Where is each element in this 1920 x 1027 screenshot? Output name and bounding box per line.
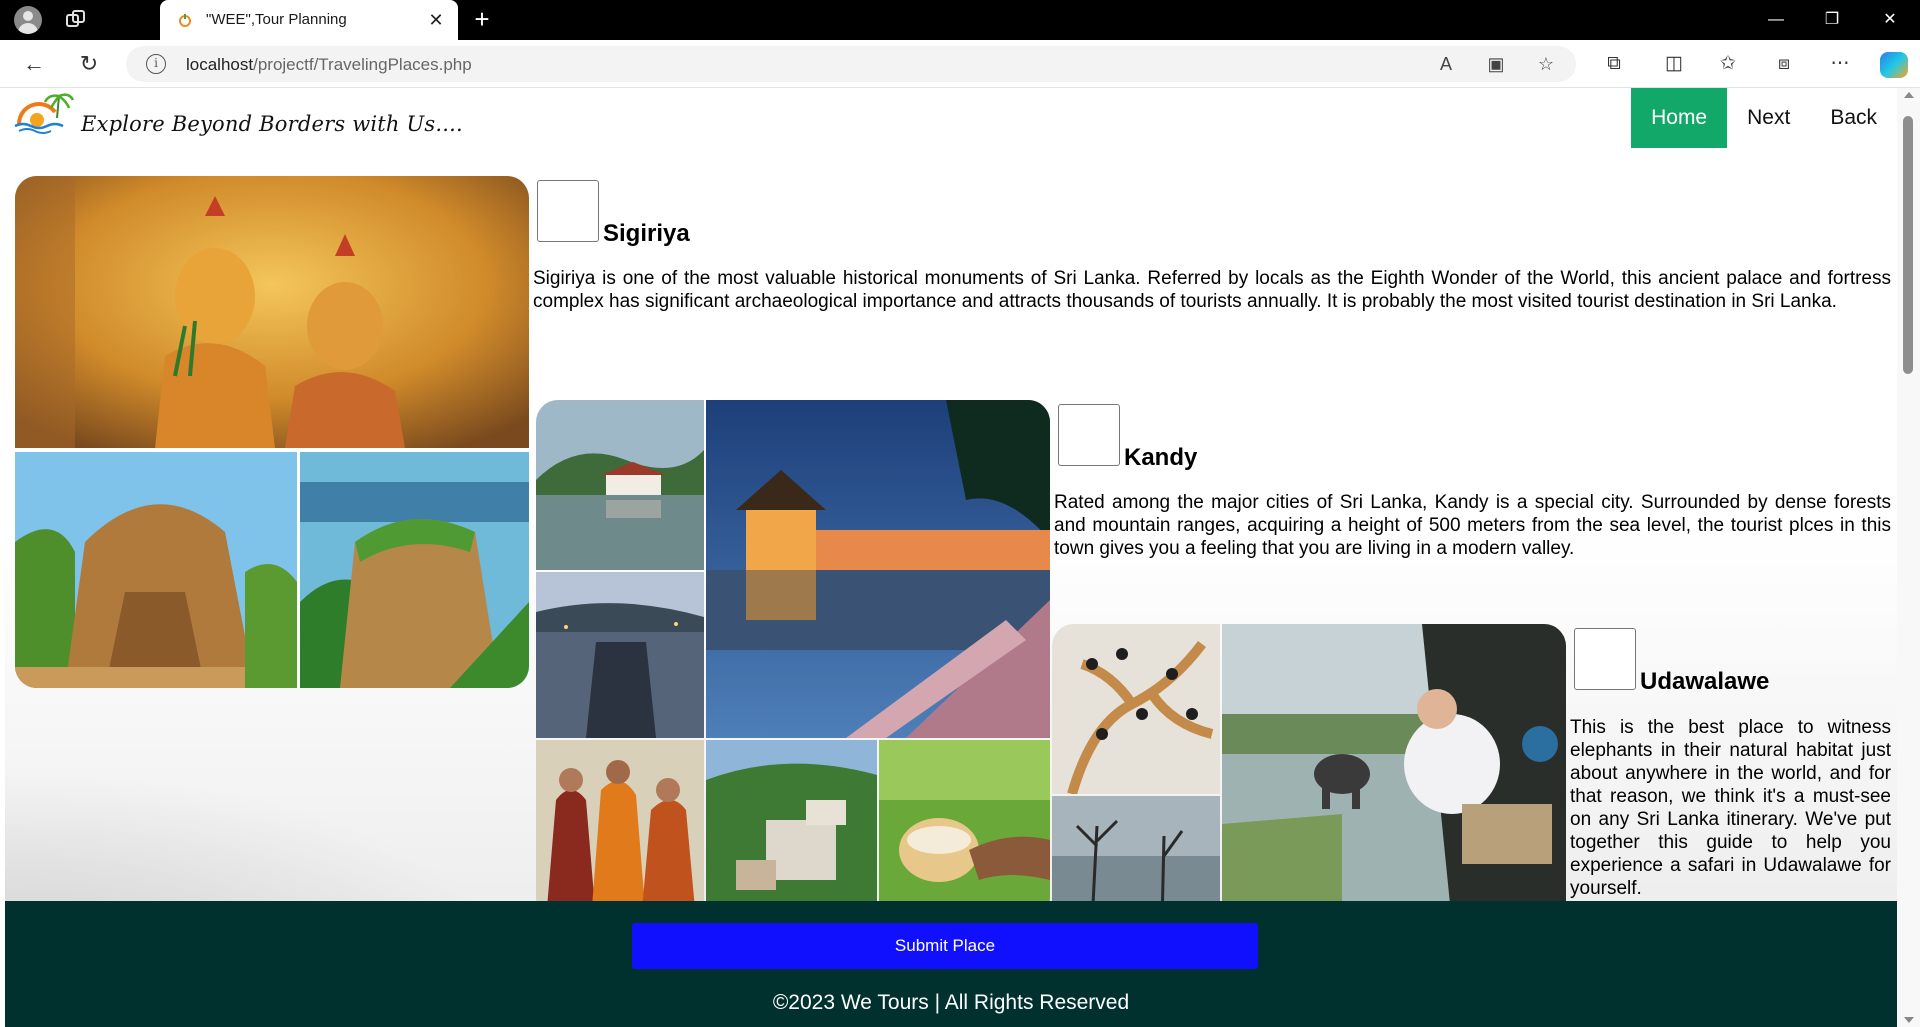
site-logo bbox=[14, 93, 75, 134]
restore-icon[interactable]: ❐ bbox=[1804, 0, 1860, 40]
workspaces-icon[interactable] bbox=[66, 10, 88, 30]
split-screen-icon[interactable]: ◫ bbox=[1660, 50, 1688, 78]
close-window-icon[interactable]: ✕ bbox=[1862, 0, 1918, 40]
sigiriya-fresco-image bbox=[15, 176, 529, 448]
sigiriya-title: Sigiriya bbox=[603, 220, 690, 247]
copyright-text: ©2023 We Tours | All Rights Reserved bbox=[772, 991, 1130, 1014]
menu-home-link[interactable]: Home bbox=[1631, 88, 1728, 148]
url-path: /projectf/TravelingPlaces.php bbox=[253, 55, 472, 74]
kandy-lake-palace-image bbox=[536, 400, 704, 570]
sigiriya-description: Sigiriya is one of the most valuable his… bbox=[533, 268, 1891, 312]
url-host: localhost bbox=[186, 55, 254, 74]
kandy-temple-of-tooth-image bbox=[706, 400, 1050, 738]
favorite-star-icon[interactable]: ☆ bbox=[1534, 52, 1558, 76]
menu-next-link[interactable]: Next bbox=[1727, 88, 1810, 148]
site-footer: Submit Place ©2023 We Tours | All Rights… bbox=[5, 901, 1897, 1027]
refresh-icon[interactable]: ↻ bbox=[75, 50, 103, 78]
udawalawe-photo-collage bbox=[1052, 624, 1566, 924]
kandy-town-hillside-image bbox=[706, 740, 877, 920]
minimize-icon[interactable]: — bbox=[1748, 0, 1804, 40]
kandy-description: Rated among the major cities of Sri Lank… bbox=[1054, 492, 1891, 559]
sigiriya-aerial-image bbox=[300, 452, 529, 688]
profile-icon[interactable] bbox=[14, 6, 42, 34]
site-info-icon[interactable]: i bbox=[146, 54, 166, 74]
site-favicon-icon bbox=[179, 14, 191, 27]
site-tagline: Explore Beyond Borders with Us.... bbox=[81, 112, 463, 136]
read-aloud-icon[interactable]: A bbox=[1434, 52, 1458, 76]
kandy-title: Kandy bbox=[1124, 444, 1198, 471]
site-header: Explore Beyond Borders with Us.... Home … bbox=[5, 88, 1897, 152]
browser-tab-active[interactable]: "WEE",Tour Planning ✕ bbox=[160, 0, 458, 40]
more-options-icon[interactable]: ⋯ bbox=[1826, 50, 1854, 78]
submit-place-button[interactable]: Submit Place bbox=[632, 923, 1258, 969]
sigiriya-rock-gate-image bbox=[15, 452, 297, 688]
sigiriya-checkbox[interactable] bbox=[537, 180, 599, 242]
main-menu: Home Next Back bbox=[1631, 88, 1897, 148]
scroll-up-arrow-icon[interactable] bbox=[1904, 92, 1914, 98]
favorites-icon[interactable]: ✩ bbox=[1714, 50, 1742, 78]
udawalawe-checkbox[interactable] bbox=[1574, 628, 1636, 690]
immersive-reader-icon[interactable]: ▣ bbox=[1484, 52, 1508, 76]
udawalawe-description: This is the best place to witness elepha… bbox=[1570, 717, 1891, 899]
browser-toolbar: ← ↻ i localhost/projectf/TravelingPlaces… bbox=[0, 40, 1920, 88]
browser-titlebar: "WEE",Tour Planning ✕ + — ❐ ✕ bbox=[0, 0, 1920, 40]
sigiriya-photo-collage bbox=[15, 176, 529, 688]
menu-back-link[interactable]: Back bbox=[1810, 88, 1897, 148]
kandy-tea-cup-image bbox=[879, 740, 1050, 920]
extensions-icon[interactable]: ⧉ bbox=[1600, 50, 1628, 78]
udawalawe-birds-tree-image bbox=[1052, 624, 1220, 794]
page-scrollbar[interactable] bbox=[1897, 88, 1920, 1027]
tab-title: "WEE",Tour Planning bbox=[206, 11, 347, 28]
kandy-monks-image bbox=[536, 740, 704, 920]
address-bar[interactable]: i localhost/projectf/TravelingPlaces.php… bbox=[126, 46, 1576, 82]
url-text[interactable]: localhost/projectf/TravelingPlaces.php bbox=[186, 55, 472, 75]
copilot-icon[interactable] bbox=[1880, 52, 1908, 78]
scroll-down-arrow-icon[interactable] bbox=[1904, 1017, 1914, 1023]
kandy-checkbox[interactable] bbox=[1058, 404, 1120, 466]
udawalawe-title: Udawalawe bbox=[1640, 668, 1770, 695]
scrollbar-thumb[interactable] bbox=[1903, 116, 1913, 374]
page-viewport: Explore Beyond Borders with Us.... Home … bbox=[5, 88, 1897, 1027]
udawalawe-elephant-safari-image bbox=[1222, 624, 1566, 924]
kandy-photo-collage bbox=[536, 400, 1050, 920]
tab-close-icon[interactable]: ✕ bbox=[424, 8, 448, 32]
collections-icon[interactable]: ⧈ bbox=[1770, 50, 1798, 78]
new-tab-icon[interactable]: + bbox=[468, 6, 496, 34]
back-arrow-icon[interactable]: ← bbox=[20, 50, 48, 78]
kandy-lake-dusk-image bbox=[536, 572, 704, 738]
